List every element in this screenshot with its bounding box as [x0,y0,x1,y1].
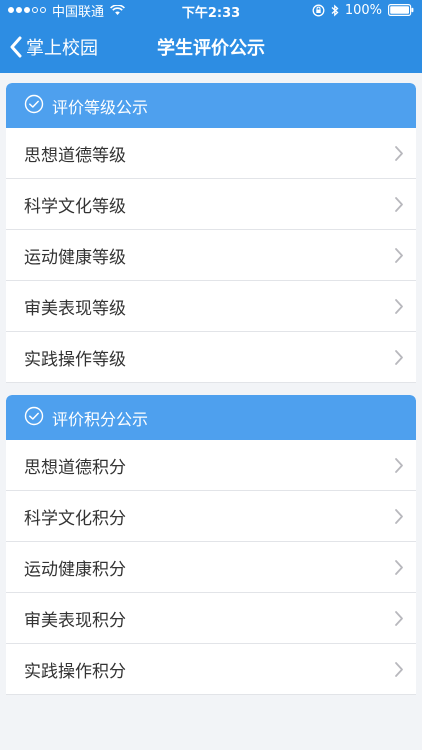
status-left: 中国联通 [8,1,125,20]
list-item-label: 实践操作等级 [24,349,126,370]
list-item-label: 审美表现等级 [24,298,126,319]
section-header-label: 评价积分公示 [52,409,149,429]
status-bar: 中国联通 下午2:33 100% [0,0,422,21]
page-title: 学生评价公示 [157,37,265,59]
chevron-right-icon [394,559,404,576]
list-item[interactable]: 审美表现等级 [6,280,416,331]
back-label: 掌上校园 [26,37,98,59]
content: 评价等级公示 思想道德等级 科学文化等级 运动健康等级 审美表现等级 实践操作等… [0,73,422,695]
list-item-label: 运动健康等级 [24,247,126,268]
list-item-label: 审美表现积分 [24,610,126,631]
status-time: 下午2:33 [181,6,241,21]
list-item[interactable]: 科学文化等级 [6,178,416,229]
chevron-right-icon [394,196,404,213]
signal-strength-icon [8,7,46,13]
list-item[interactable]: 思想道德等级 [6,128,416,178]
rotation-lock-icon [312,4,325,17]
chevron-right-icon [394,298,404,315]
chevron-right-icon [394,610,404,627]
list-item-label: 科学文化等级 [24,196,126,217]
chevron-right-icon [394,661,404,678]
list-item-label: 思想道德积分 [24,457,126,478]
list-item[interactable]: 科学文化积分 [6,490,416,541]
chevron-right-icon [394,508,404,525]
section-grade: 评价等级公示 思想道德等级 科学文化等级 运动健康等级 审美表现等级 实践操作等… [6,83,416,383]
back-button[interactable]: 掌上校园 [10,20,98,73]
bluetooth-icon [331,4,339,17]
list-item[interactable]: 实践操作等级 [6,331,416,383]
carrier-label: 中国联通 [52,4,105,20]
wifi-icon [110,5,125,15]
list-item-label: 科学文化积分 [24,508,126,529]
check-circle-icon [24,406,44,430]
list-item[interactable]: 审美表现积分 [6,592,416,643]
battery-percent: 100% [344,2,382,18]
nav-bar: 掌上校园 学生评价公示 [0,20,422,73]
section-header: 评价等级公示 [6,83,416,128]
chevron-right-icon [394,457,404,474]
list-item[interactable]: 实践操作积分 [6,643,416,695]
chevron-right-icon [394,349,404,366]
list-item-label: 思想道德等级 [24,145,126,166]
list-item[interactable]: 运动健康积分 [6,541,416,592]
list-item[interactable]: 运动健康等级 [6,229,416,280]
section-points: 评价积分公示 思想道德积分 科学文化积分 运动健康积分 审美表现积分 实践操作积… [6,395,416,695]
section-header: 评价积分公示 [6,395,416,440]
section-header-label: 评价等级公示 [52,97,149,117]
list-item-label: 实践操作积分 [24,661,126,682]
chevron-right-icon [394,247,404,264]
top-bar: 中国联通 下午2:33 100% 掌上校园 学生评价公示 [0,0,422,73]
battery-icon [388,4,414,16]
status-right: 100% [312,3,414,18]
list-item-label: 运动健康积分 [24,559,126,580]
list-item[interactable]: 思想道德积分 [6,440,416,490]
chevron-left-icon [10,36,22,58]
chevron-right-icon [394,145,404,162]
check-circle-icon [24,94,44,118]
